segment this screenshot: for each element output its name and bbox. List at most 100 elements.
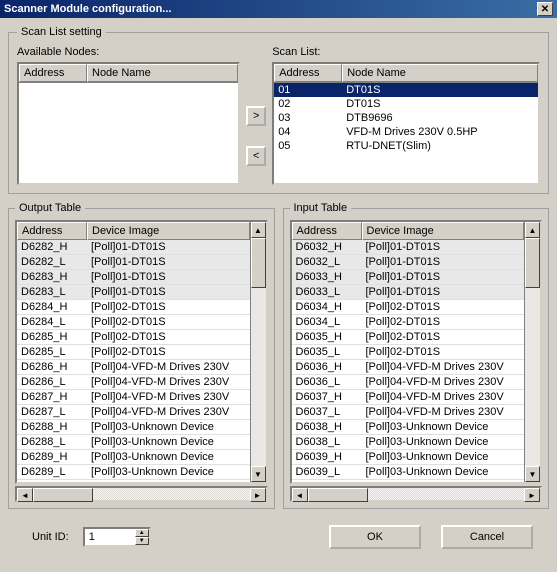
scroll-up-icon[interactable]: ▲ bbox=[251, 222, 266, 238]
scanlist-header-address[interactable]: Address bbox=[274, 64, 342, 82]
row-device: [Poll]04-VFD-M Drives 230V bbox=[87, 375, 250, 389]
scan-list-setting-legend: Scan List setting bbox=[17, 26, 106, 38]
scan-list-row[interactable]: 05RTU-DNET(Slim) bbox=[274, 139, 538, 153]
scroll-down-icon[interactable]: ▼ bbox=[251, 466, 266, 482]
row-device: [Poll]03-Unknown Device bbox=[87, 420, 250, 434]
row-device: [Poll]04-VFD-M Drives 230V bbox=[362, 360, 525, 374]
table-row[interactable]: D6035_H[Poll]02-DT01S bbox=[292, 330, 525, 345]
row-device: [Poll]04-VFD-M Drives 230V bbox=[362, 405, 525, 419]
table-row[interactable]: D6289_L[Poll]03-Unknown Device bbox=[17, 465, 250, 480]
scan-list-row[interactable]: 04VFD-M Drives 230V 0.5HP bbox=[274, 125, 538, 139]
row-device: [Poll]03-Unknown Device bbox=[87, 465, 250, 479]
available-nodes-label: Available Nodes: bbox=[17, 46, 240, 58]
table-row[interactable]: D6034_H[Poll]02-DT01S bbox=[292, 300, 525, 315]
row-device: [Poll]03-Unknown Device bbox=[362, 420, 525, 434]
table-row[interactable]: D6286_L[Poll]04-VFD-M Drives 230V bbox=[17, 375, 250, 390]
table-row[interactable]: D6036_H[Poll]04-VFD-M Drives 230V bbox=[292, 360, 525, 375]
table-row[interactable]: D6039_H[Poll]03-Unknown Device bbox=[292, 450, 525, 465]
input-vscrollbar[interactable]: ▲ ▼ bbox=[524, 222, 540, 482]
row-nodename: RTU-DNET(Slim) bbox=[342, 140, 538, 152]
table-row[interactable]: D6287_H[Poll]04-VFD-M Drives 230V bbox=[17, 390, 250, 405]
scroll-thumb[interactable] bbox=[251, 238, 266, 288]
table-row[interactable]: D6288_L[Poll]03-Unknown Device bbox=[17, 435, 250, 450]
scan-list-row[interactable]: 02DT01S bbox=[274, 97, 538, 111]
table-row[interactable]: D6039_L[Poll]03-Unknown Device bbox=[292, 465, 525, 480]
row-device: [Poll]03-Unknown Device bbox=[87, 450, 250, 464]
scroll-thumb[interactable] bbox=[33, 488, 93, 502]
table-row[interactable]: D6284_L[Poll]02-DT01S bbox=[17, 315, 250, 330]
row-address: D6037_H bbox=[292, 390, 362, 404]
table-row[interactable]: D6283_L[Poll]01-DT01S bbox=[17, 285, 250, 300]
table-row[interactable]: D6038_H[Poll]03-Unknown Device bbox=[292, 420, 525, 435]
window-title: Scanner Module configuration... bbox=[4, 3, 537, 15]
output-header-device[interactable]: Device Image bbox=[87, 222, 250, 240]
available-header-address[interactable]: Address bbox=[19, 64, 87, 82]
output-hscrollbar[interactable]: ◄ ► bbox=[15, 486, 268, 502]
table-row[interactable]: D6283_H[Poll]01-DT01S bbox=[17, 270, 250, 285]
table-row[interactable]: D6033_L[Poll]01-DT01S bbox=[292, 285, 525, 300]
scroll-thumb[interactable] bbox=[525, 238, 540, 288]
scroll-up-icon[interactable]: ▲ bbox=[525, 222, 540, 238]
input-hscrollbar[interactable]: ◄ ► bbox=[290, 486, 543, 502]
input-header-address[interactable]: Address bbox=[292, 222, 362, 240]
row-address: D6284_L bbox=[17, 315, 87, 329]
scroll-thumb[interactable] bbox=[308, 488, 368, 502]
table-row[interactable]: D6035_L[Poll]02-DT01S bbox=[292, 345, 525, 360]
output-vscrollbar[interactable]: ▲ ▼ bbox=[250, 222, 266, 482]
scroll-down-icon[interactable]: ▼ bbox=[525, 466, 540, 482]
table-row[interactable]: D6038_L[Poll]03-Unknown Device bbox=[292, 435, 525, 450]
table-row[interactable]: D6284_H[Poll]02-DT01S bbox=[17, 300, 250, 315]
close-button[interactable]: ✕ bbox=[537, 2, 553, 16]
unit-id-input[interactable] bbox=[85, 529, 135, 545]
table-row[interactable]: D6282_L[Poll]01-DT01S bbox=[17, 255, 250, 270]
move-right-button[interactable]: > bbox=[246, 106, 266, 126]
row-address: D6285_H bbox=[17, 330, 87, 344]
table-row[interactable]: D6036_L[Poll]04-VFD-M Drives 230V bbox=[292, 375, 525, 390]
spinner-down-icon[interactable]: ▼ bbox=[135, 537, 149, 545]
row-address: D6283_L bbox=[17, 285, 87, 299]
table-row[interactable]: D6287_L[Poll]04-VFD-M Drives 230V bbox=[17, 405, 250, 420]
scanlist-header-nodename[interactable]: Node Name bbox=[342, 64, 538, 82]
table-row[interactable]: D6037_L[Poll]04-VFD-M Drives 230V bbox=[292, 405, 525, 420]
spinner-up-icon[interactable]: ▲ bbox=[135, 529, 149, 537]
row-address: D6032_H bbox=[292, 240, 362, 254]
scan-list-row[interactable]: 03DTB9696 bbox=[274, 111, 538, 125]
output-header-address[interactable]: Address bbox=[17, 222, 87, 240]
available-header-nodename[interactable]: Node Name bbox=[87, 64, 238, 82]
ok-button[interactable]: OK bbox=[329, 525, 421, 549]
move-left-button[interactable]: < bbox=[246, 146, 266, 166]
scroll-left-icon[interactable]: ◄ bbox=[292, 488, 308, 502]
row-address: 02 bbox=[274, 98, 342, 110]
unit-id-spinner[interactable]: ▲ ▼ bbox=[83, 527, 151, 547]
input-header-device[interactable]: Device Image bbox=[362, 222, 525, 240]
row-address: D6038_L bbox=[292, 435, 362, 449]
available-nodes-list[interactable]: Address Node Name bbox=[17, 62, 240, 185]
table-row[interactable]: D6034_L[Poll]02-DT01S bbox=[292, 315, 525, 330]
table-row[interactable]: D6286_H[Poll]04-VFD-M Drives 230V bbox=[17, 360, 250, 375]
table-row[interactable]: D6282_H[Poll]01-DT01S bbox=[17, 240, 250, 255]
table-row[interactable]: D6285_H[Poll]02-DT01S bbox=[17, 330, 250, 345]
scan-list[interactable]: Address Node Name 01DT01S02DT01S03DTB969… bbox=[272, 62, 540, 185]
row-address: D6035_L bbox=[292, 345, 362, 359]
row-nodename: VFD-M Drives 230V 0.5HP bbox=[342, 126, 538, 138]
row-address: D6033_L bbox=[292, 285, 362, 299]
table-row[interactable]: D6289_H[Poll]03-Unknown Device bbox=[17, 450, 250, 465]
table-row[interactable]: D6288_H[Poll]03-Unknown Device bbox=[17, 420, 250, 435]
table-row[interactable]: D6285_L[Poll]02-DT01S bbox=[17, 345, 250, 360]
table-row[interactable]: D6032_H[Poll]01-DT01S bbox=[292, 240, 525, 255]
table-row[interactable]: D6033_H[Poll]01-DT01S bbox=[292, 270, 525, 285]
table-row[interactable]: D6037_H[Poll]04-VFD-M Drives 230V bbox=[292, 390, 525, 405]
scroll-right-icon[interactable]: ► bbox=[250, 488, 266, 502]
cancel-button[interactable]: Cancel bbox=[441, 525, 533, 549]
row-nodename: DT01S bbox=[342, 98, 538, 110]
row-device: [Poll]04-VFD-M Drives 230V bbox=[362, 390, 525, 404]
row-address: D6288_H bbox=[17, 420, 87, 434]
row-address: D6036_H bbox=[292, 360, 362, 374]
row-address: D6033_H bbox=[292, 270, 362, 284]
table-row[interactable]: D6032_L[Poll]01-DT01S bbox=[292, 255, 525, 270]
row-device: [Poll]01-DT01S bbox=[87, 240, 250, 254]
row-device: [Poll]04-VFD-M Drives 230V bbox=[87, 405, 250, 419]
scan-list-row[interactable]: 01DT01S bbox=[274, 83, 538, 97]
scroll-right-icon[interactable]: ► bbox=[524, 488, 540, 502]
scroll-left-icon[interactable]: ◄ bbox=[17, 488, 33, 502]
